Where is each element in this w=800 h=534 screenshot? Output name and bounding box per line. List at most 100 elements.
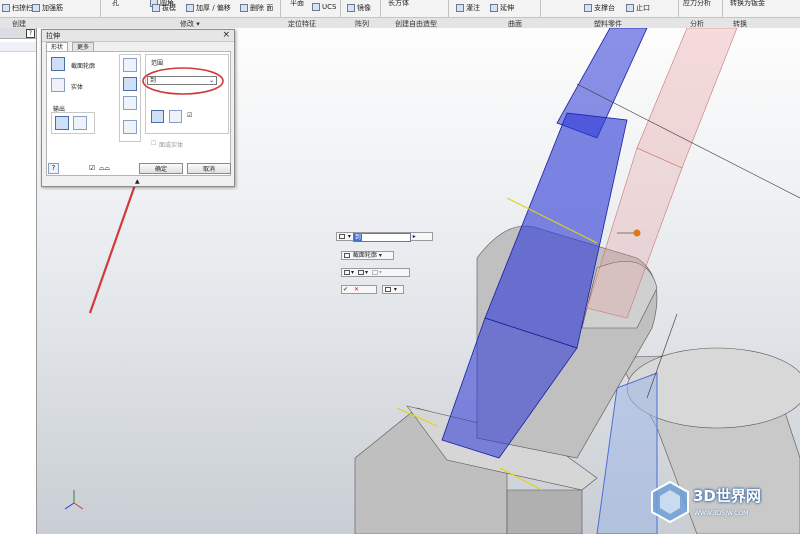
distance-manipulator-handle[interactable] xyxy=(633,229,641,237)
thicken-label: 加厚 / 偏移 xyxy=(196,4,231,12)
watermark-url: WWW.3DSJW.COM xyxy=(694,510,749,517)
rib-label: 加强筋 xyxy=(42,4,63,12)
annotation-circle-mark xyxy=(142,67,224,95)
extent-input-value: 到 xyxy=(353,234,362,241)
base-block-front-face xyxy=(506,489,583,534)
preview-glasses-icon: ⌓⌓ xyxy=(99,164,111,172)
rib-command[interactable]: 加强筋 xyxy=(32,3,63,13)
help-button[interactable]: ? xyxy=(48,163,59,174)
dialog-title: 拉伸 xyxy=(46,32,60,40)
flip-direction-button[interactable] xyxy=(169,110,182,123)
output-solid-button[interactable] xyxy=(55,116,69,130)
draft-command[interactable]: 拔模 xyxy=(152,3,176,13)
dropdown-arrow-icon[interactable]: ▾ xyxy=(348,233,351,240)
play-arrow-icon[interactable]: ▸ xyxy=(413,233,416,240)
mini-toolbar-options[interactable]: ▾ xyxy=(382,285,404,294)
mini-toolbar-extent: ▾ 到 ▸ xyxy=(336,232,433,242)
annotation-ellipse xyxy=(142,67,224,95)
ucs-label: UCS xyxy=(322,3,337,11)
ok-button[interactable]: 确定 xyxy=(139,163,183,174)
mini-toolbar-profile[interactable]: 截面轮廓 ▾ xyxy=(341,251,394,260)
browser-help-button[interactable]: ? xyxy=(26,29,35,38)
watermark: 3D世界网 WWW.3DSJW.COM xyxy=(648,480,798,526)
ribbon: 扫掠扫描 加强筋 孔 圆角 拔模 加厚 / 偏移 删除 面 平面 UCS 镜像 … xyxy=(0,0,800,29)
extrude-dialog: 拉伸 × 形状 更多 截面轮廓 实体 输出 范围 ☑ ☐ 面或实体 到 ⌄ ? … xyxy=(41,29,235,187)
plane-command[interactable]: 平面 xyxy=(290,0,304,8)
delete-face-command[interactable]: 删除 面 xyxy=(240,3,273,13)
dropdown-arrow-icon[interactable]: ▾ xyxy=(365,269,368,276)
new-solid-button[interactable] xyxy=(123,120,137,134)
dropdown-arrow-icon: ▾ xyxy=(378,252,382,259)
hole-command[interactable]: 孔 xyxy=(112,0,119,8)
extend-icon xyxy=(490,4,498,12)
preview-checkbox[interactable]: ☑ xyxy=(89,164,95,172)
thicken-icon xyxy=(186,4,194,12)
ucs-command[interactable]: UCS xyxy=(312,3,336,11)
cancel-x-icon[interactable]: ✕ xyxy=(354,286,359,293)
watermark-cube-icon xyxy=(651,480,689,524)
delete-face-label: 删除 面 xyxy=(250,4,274,12)
box-label: 长方体 xyxy=(388,0,409,7)
solid-label: 实体 xyxy=(71,84,84,91)
patch-command[interactable]: 灌注 xyxy=(456,3,480,13)
model-browser: ? xyxy=(0,28,37,534)
stress-analysis-command[interactable]: 应力分析 xyxy=(683,0,711,8)
mini-toolbar-confirm: ✔ ✕ xyxy=(341,285,377,294)
direction-icon[interactable] xyxy=(371,270,378,275)
dropdown-arrow-icon[interactable]: ▾ xyxy=(379,269,382,276)
join-button[interactable] xyxy=(123,58,137,72)
draft-icon xyxy=(152,4,160,12)
direction-checkbox[interactable]: ☑ xyxy=(187,112,192,119)
preview-extension-pink xyxy=(636,28,738,169)
ucs-icon xyxy=(312,3,320,11)
cut-button[interactable] xyxy=(123,77,137,91)
minimum-solution-checkbox[interactable]: ☐ xyxy=(151,140,156,147)
options-icon xyxy=(385,287,391,292)
browser-item[interactable] xyxy=(0,42,36,52)
patch-icon xyxy=(456,4,464,12)
lip-command[interactable]: 止口 xyxy=(626,3,650,13)
profile-icon xyxy=(344,253,350,258)
sweep-icon xyxy=(2,4,10,12)
close-icon[interactable]: × xyxy=(222,30,230,41)
extent-type-icon[interactable] xyxy=(339,234,345,239)
watermark-text: 3D世界网 xyxy=(693,487,761,505)
select-face-button[interactable] xyxy=(151,110,164,123)
extend-command[interactable]: 延伸 xyxy=(490,3,514,13)
dropdown-arrow-icon[interactable]: ▾ xyxy=(351,269,354,276)
box-command[interactable]: 长方体 xyxy=(388,0,409,8)
lip-icon xyxy=(626,4,634,12)
rib-icon xyxy=(32,4,40,12)
plane-label: 平面 xyxy=(290,0,304,7)
hole-label: 孔 xyxy=(112,0,119,7)
output-icon[interactable] xyxy=(344,270,350,275)
ok-check-icon[interactable]: ✔ xyxy=(343,286,348,293)
mini-toolbar-operations: ▾ ▾ ▾ xyxy=(341,268,410,277)
expand-arrow-icon[interactable]: ▲ xyxy=(135,178,140,185)
operation-icon[interactable] xyxy=(357,270,364,275)
solid-select-button[interactable] xyxy=(51,78,65,92)
draft-label: 拔模 xyxy=(162,4,176,12)
convert-sheetmetal-command[interactable]: 转换为钣金 xyxy=(730,0,765,8)
output-surface-button[interactable] xyxy=(73,116,87,130)
dialog-title-bar[interactable]: 拉伸 × xyxy=(42,30,234,42)
extend-label: 延伸 xyxy=(500,4,514,12)
boss-icon xyxy=(584,4,592,12)
boss-command[interactable]: 支撑台 xyxy=(584,3,615,13)
convert-sheetmetal-label: 转换为钣金 xyxy=(730,0,765,7)
extent-input[interactable]: 到 xyxy=(352,233,411,242)
dropdown-arrow-icon: ▾ xyxy=(393,286,397,293)
triad-x-axis xyxy=(73,502,84,510)
minimum-solution-label: 面或实体 xyxy=(159,142,184,149)
boss-label: 支撑台 xyxy=(594,4,615,12)
cancel-button[interactable]: 取消 xyxy=(187,163,231,174)
profile-label: 截面轮廓 xyxy=(71,63,96,70)
mirror-command[interactable]: 镜像 xyxy=(347,3,371,13)
intersect-button[interactable] xyxy=(123,96,137,110)
mirror-label: 镜像 xyxy=(357,4,371,12)
thicken-command[interactable]: 加厚 / 偏移 xyxy=(186,3,231,13)
mini-profile-label: 截面轮廓 xyxy=(352,252,377,259)
delete-face-icon xyxy=(240,4,248,12)
triad-z-axis xyxy=(64,502,75,510)
profile-select-button[interactable] xyxy=(51,57,65,71)
